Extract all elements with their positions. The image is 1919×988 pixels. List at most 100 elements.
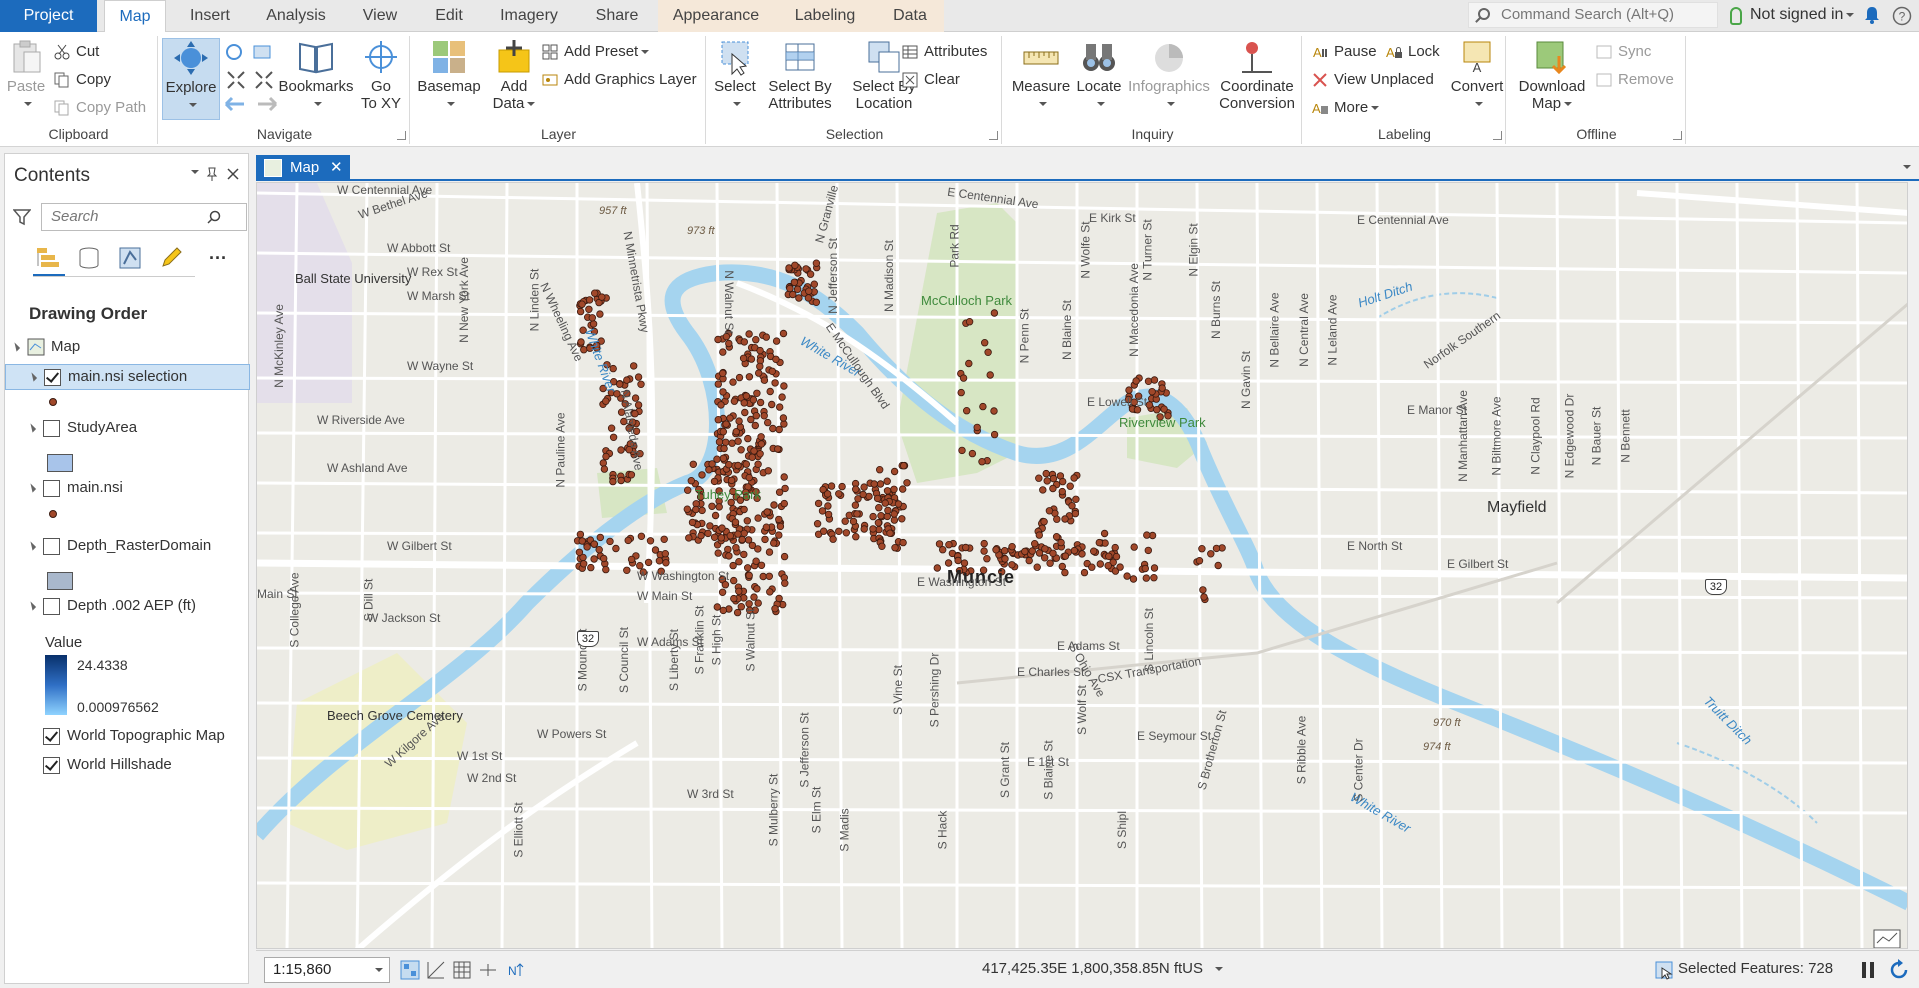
tab-insert[interactable]: Insert xyxy=(178,0,242,32)
selected-feature-point[interactable] xyxy=(812,259,821,267)
selected-feature-point[interactable] xyxy=(578,300,586,308)
selected-feature-point[interactable] xyxy=(607,424,616,432)
selected-feature-point[interactable] xyxy=(775,515,783,524)
selected-feature-point[interactable] xyxy=(860,525,868,533)
selected-feature-point[interactable] xyxy=(899,485,907,493)
selected-feature-point[interactable] xyxy=(661,550,669,558)
layer-depth-rasterdomain[interactable]: Depth_RasterDomain xyxy=(5,534,250,560)
selected-feature-point[interactable] xyxy=(903,479,911,487)
paste-button[interactable]: Paste xyxy=(4,38,48,112)
selected-feature-point[interactable] xyxy=(1125,386,1133,394)
selected-feature-point[interactable] xyxy=(1070,546,1079,555)
selected-feature-point[interactable] xyxy=(752,411,760,420)
signin-status[interactable]: Not signed in xyxy=(1728,0,1855,32)
selected-feature-point[interactable] xyxy=(1068,502,1076,510)
overview-toggle-icon[interactable] xyxy=(1873,929,1901,949)
selected-feature-point[interactable] xyxy=(1053,515,1061,523)
selected-feature-point[interactable] xyxy=(1066,482,1074,490)
selected-feature-point[interactable] xyxy=(1080,568,1089,577)
basemap-button[interactable]: Basemap xyxy=(416,38,482,112)
selected-feature-point[interactable] xyxy=(944,559,953,567)
selected-feature-point[interactable] xyxy=(890,485,898,493)
selected-feature-point[interactable] xyxy=(704,529,712,538)
selected-feature-point[interactable] xyxy=(1035,531,1043,539)
selected-feature-point[interactable] xyxy=(1061,515,1069,523)
selected-feature-point[interactable] xyxy=(851,501,860,509)
selected-feature-point[interactable] xyxy=(958,446,966,455)
layer-visibility-checkbox[interactable] xyxy=(43,598,60,615)
selected-feature-point[interactable] xyxy=(623,376,631,384)
selected-feature-point[interactable] xyxy=(827,482,836,490)
selected-feature-point[interactable] xyxy=(662,559,670,567)
selected-feature-point[interactable] xyxy=(646,537,655,545)
selected-feature-point[interactable] xyxy=(1049,549,1057,557)
layer-world-hillshade[interactable]: World Hillshade xyxy=(5,753,250,779)
selected-feature-point[interactable] xyxy=(968,449,977,458)
selected-feature-point[interactable] xyxy=(627,555,636,564)
selected-feature-point[interactable] xyxy=(986,371,994,379)
selected-feature-point[interactable] xyxy=(753,389,761,397)
selected-feature-point[interactable] xyxy=(960,559,969,567)
selected-feature-point[interactable] xyxy=(578,537,586,545)
filter-icon[interactable] xyxy=(13,208,31,226)
selected-feature-point[interactable] xyxy=(587,563,595,572)
selected-feature-point[interactable] xyxy=(602,452,610,461)
selected-feature-point[interactable] xyxy=(1100,529,1109,538)
collapse-triangle-icon[interactable] xyxy=(10,342,21,352)
sync-button[interactable]: Sync xyxy=(1594,40,1651,64)
selected-feature-point[interactable] xyxy=(963,406,971,415)
select-button[interactable]: Select xyxy=(710,38,760,112)
selected-feature-point[interactable] xyxy=(1123,572,1131,580)
selected-feature-point[interactable] xyxy=(805,287,813,295)
selected-feature-point[interactable] xyxy=(979,402,987,411)
map-scale-dropdown[interactable]: 1:15,860 xyxy=(264,957,390,983)
selected-feature-point[interactable] xyxy=(814,499,823,508)
selected-feature-point[interactable] xyxy=(729,378,737,386)
selected-feature-point[interactable] xyxy=(1059,477,1067,486)
selected-feature-point[interactable] xyxy=(760,412,768,420)
selected-feature-point[interactable] xyxy=(734,461,742,470)
selected-feature-point[interactable] xyxy=(644,558,653,567)
selected-feature-point[interactable] xyxy=(727,476,736,485)
selected-feature-point[interactable] xyxy=(762,523,771,531)
selected-feature-point[interactable] xyxy=(1041,554,1049,562)
selected-feature-point[interactable] xyxy=(990,407,998,415)
explore-button[interactable]: Explore xyxy=(162,38,220,120)
add-graphics-layer-button[interactable]: Add Graphics Layer xyxy=(540,68,697,92)
selected-feature-point[interactable] xyxy=(1132,377,1140,385)
selected-feature-point[interactable] xyxy=(745,571,753,580)
selected-feature-point[interactable] xyxy=(1072,495,1080,503)
selected-feature-point[interactable] xyxy=(772,337,781,345)
selected-feature-point[interactable] xyxy=(853,510,861,518)
selected-feature-point[interactable] xyxy=(714,335,722,344)
selected-feature-point[interactable] xyxy=(802,265,810,273)
selected-feature-point[interactable] xyxy=(715,438,724,446)
tab-view[interactable]: View xyxy=(352,0,408,32)
layer-studyarea[interactable]: StudyArea xyxy=(5,416,250,442)
selected-feature-point[interactable] xyxy=(728,439,736,447)
selected-feature-point[interactable] xyxy=(752,557,760,565)
selected-feature-point[interactable] xyxy=(1142,574,1150,582)
selected-feature-point[interactable] xyxy=(606,537,614,546)
selected-feature-point[interactable] xyxy=(1153,405,1161,414)
selected-feature-point[interactable] xyxy=(1148,387,1156,396)
selected-feature-point[interactable] xyxy=(965,317,974,326)
selected-feature-point[interactable] xyxy=(1045,507,1054,515)
selected-feature-point[interactable] xyxy=(754,460,762,468)
selected-feature-point[interactable] xyxy=(710,477,719,486)
select-by-attributes-button[interactable]: Select By Attributes xyxy=(758,38,842,112)
selected-feature-point[interactable] xyxy=(1033,563,1041,571)
pause-drawing-icon[interactable] xyxy=(1860,960,1876,980)
collapse-triangle-icon[interactable] xyxy=(27,372,38,382)
selected-feature-point[interactable] xyxy=(1198,545,1206,553)
selected-feature-point[interactable] xyxy=(886,529,894,537)
selected-feature-point[interactable] xyxy=(624,536,632,545)
chevron-down-icon[interactable] xyxy=(1215,967,1224,972)
selected-feature-point[interactable] xyxy=(595,546,603,554)
selected-feature-point[interactable] xyxy=(708,502,716,510)
selected-feature-point[interactable] xyxy=(684,486,692,494)
selected-feature-point[interactable] xyxy=(740,338,748,346)
selected-feature-point[interactable] xyxy=(1001,555,1009,563)
selected-feature-point[interactable] xyxy=(585,296,594,304)
selected-feature-point[interactable] xyxy=(1025,556,1033,565)
